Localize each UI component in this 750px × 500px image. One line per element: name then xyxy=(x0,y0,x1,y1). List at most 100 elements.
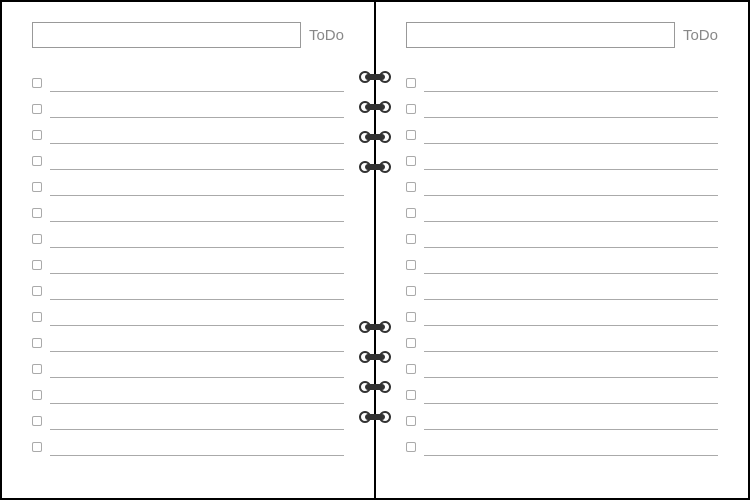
rule-line[interactable] xyxy=(50,66,344,92)
rule-line[interactable] xyxy=(424,170,718,196)
todo-line xyxy=(406,404,718,430)
rule-line[interactable] xyxy=(50,404,344,430)
right-title-input[interactable] xyxy=(406,22,675,48)
checkbox-icon[interactable] xyxy=(32,338,42,348)
todo-line xyxy=(32,118,344,144)
checkbox-icon[interactable] xyxy=(32,130,42,140)
rule-line[interactable] xyxy=(424,326,718,352)
todo-line xyxy=(32,378,344,404)
rule-line[interactable] xyxy=(50,274,344,300)
checkbox-icon[interactable] xyxy=(406,286,416,296)
rule-line[interactable] xyxy=(50,300,344,326)
rule-line[interactable] xyxy=(424,92,718,118)
checkbox-icon[interactable] xyxy=(406,338,416,348)
rule-line[interactable] xyxy=(50,430,344,456)
rule-line[interactable] xyxy=(424,222,718,248)
checkbox-icon[interactable] xyxy=(32,390,42,400)
checkbox-icon[interactable] xyxy=(406,104,416,114)
left-todo-label: ToDo xyxy=(309,27,344,44)
rule-line[interactable] xyxy=(424,248,718,274)
rule-line[interactable] xyxy=(50,118,344,144)
todo-line xyxy=(406,92,718,118)
rule-line[interactable] xyxy=(50,92,344,118)
rule-line[interactable] xyxy=(424,352,718,378)
right-todo-label: ToDo xyxy=(683,27,718,44)
right-header: ToDo xyxy=(406,22,718,48)
checkbox-icon[interactable] xyxy=(406,234,416,244)
rule-line[interactable] xyxy=(50,352,344,378)
rule-line[interactable] xyxy=(50,144,344,170)
todo-line xyxy=(406,326,718,352)
rule-line[interactable] xyxy=(424,144,718,170)
todo-line xyxy=(406,196,718,222)
rule-line[interactable] xyxy=(424,196,718,222)
checkbox-icon[interactable] xyxy=(32,78,42,88)
rule-line[interactable] xyxy=(50,378,344,404)
checkbox-icon[interactable] xyxy=(32,416,42,426)
rule-line[interactable] xyxy=(50,196,344,222)
rule-line[interactable] xyxy=(424,118,718,144)
todo-line xyxy=(406,66,718,92)
checkbox-icon[interactable] xyxy=(32,260,42,270)
checkbox-icon[interactable] xyxy=(406,442,416,452)
rule-line[interactable] xyxy=(424,300,718,326)
checkbox-icon[interactable] xyxy=(32,208,42,218)
todo-line xyxy=(32,404,344,430)
checkbox-icon[interactable] xyxy=(406,416,416,426)
right-page: ToDo xyxy=(376,0,750,500)
todo-line xyxy=(32,144,344,170)
checkbox-icon[interactable] xyxy=(406,182,416,192)
rule-line[interactable] xyxy=(424,430,718,456)
checkbox-icon[interactable] xyxy=(406,390,416,400)
checkbox-icon[interactable] xyxy=(406,260,416,270)
rule-line[interactable] xyxy=(424,404,718,430)
todo-line xyxy=(32,170,344,196)
rule-line[interactable] xyxy=(424,378,718,404)
checkbox-icon[interactable] xyxy=(32,312,42,322)
checkbox-icon[interactable] xyxy=(32,104,42,114)
todo-line xyxy=(32,326,344,352)
checkbox-icon[interactable] xyxy=(406,312,416,322)
checkbox-icon[interactable] xyxy=(32,156,42,166)
todo-line xyxy=(406,248,718,274)
todo-line xyxy=(406,170,718,196)
checkbox-icon[interactable] xyxy=(32,182,42,192)
todo-line xyxy=(406,274,718,300)
notebook-spread: ToDo ToDo xyxy=(0,0,750,500)
checkbox-icon[interactable] xyxy=(32,442,42,452)
rule-line[interactable] xyxy=(424,66,718,92)
todo-line xyxy=(32,300,344,326)
checkbox-icon[interactable] xyxy=(32,286,42,296)
todo-line xyxy=(406,430,718,456)
todo-line xyxy=(32,92,344,118)
rule-line[interactable] xyxy=(50,222,344,248)
rule-line[interactable] xyxy=(424,274,718,300)
left-page: ToDo xyxy=(0,0,374,500)
checkbox-icon[interactable] xyxy=(406,130,416,140)
checkbox-icon[interactable] xyxy=(406,156,416,166)
todo-line xyxy=(406,144,718,170)
rule-line[interactable] xyxy=(50,248,344,274)
rule-line[interactable] xyxy=(50,326,344,352)
todo-line xyxy=(406,378,718,404)
right-lines xyxy=(406,66,718,456)
todo-line xyxy=(406,352,718,378)
checkbox-icon[interactable] xyxy=(32,364,42,374)
left-header: ToDo xyxy=(32,22,344,48)
todo-line xyxy=(32,248,344,274)
todo-line xyxy=(32,196,344,222)
todo-line xyxy=(32,66,344,92)
todo-line xyxy=(406,118,718,144)
rule-line[interactable] xyxy=(50,170,344,196)
todo-line xyxy=(32,274,344,300)
todo-line xyxy=(406,300,718,326)
checkbox-icon[interactable] xyxy=(32,234,42,244)
left-lines xyxy=(32,66,344,456)
todo-line xyxy=(406,222,718,248)
checkbox-icon[interactable] xyxy=(406,78,416,88)
checkbox-icon[interactable] xyxy=(406,364,416,374)
todo-line xyxy=(32,352,344,378)
left-title-input[interactable] xyxy=(32,22,301,48)
checkbox-icon[interactable] xyxy=(406,208,416,218)
todo-line xyxy=(32,430,344,456)
